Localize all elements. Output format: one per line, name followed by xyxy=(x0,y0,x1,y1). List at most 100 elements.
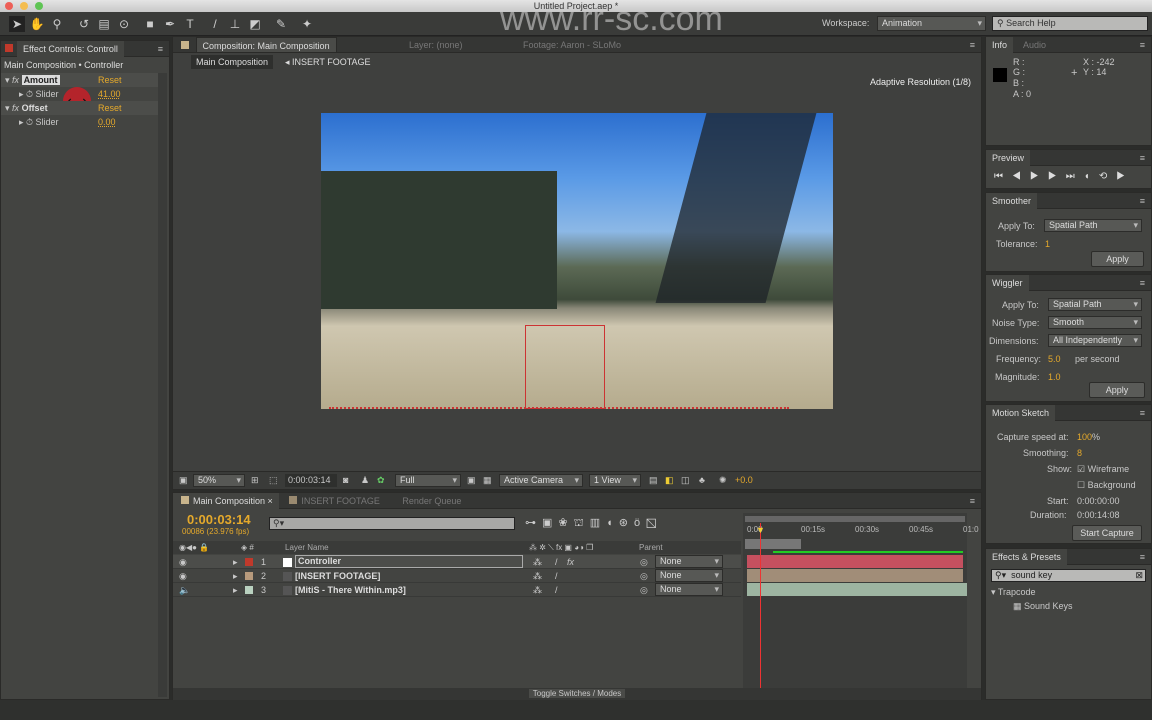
ram-preview-icon[interactable]: ▶ xyxy=(1116,171,1134,182)
tab-effect-controls[interactable]: Effect Controls: Controll xyxy=(17,41,124,57)
label-color[interactable] xyxy=(245,586,253,594)
layer-row[interactable]: ◉ ▸ 2 [INSERT FOOTAGE] ⁂ / ◎ None xyxy=(173,569,741,583)
view-layout-dropdown[interactable]: 1 View xyxy=(589,474,641,487)
brush-tool-icon[interactable]: / xyxy=(207,16,223,32)
pickwhip-icon[interactable]: ◎ xyxy=(640,583,648,597)
panel-menu-icon[interactable]: ≡ xyxy=(970,37,975,53)
first-frame-icon[interactable]: ⏮ xyxy=(994,171,1012,182)
preview-controls[interactable]: ⏮◀▶▶⏭◖⟲▶ xyxy=(994,171,1134,182)
scrollbar[interactable] xyxy=(158,73,167,697)
expand-icon[interactable]: ▸ xyxy=(233,583,238,597)
wireframe-checkbox[interactable]: ☑ xyxy=(1077,464,1088,474)
tab-footage[interactable]: Footage: Aaron - SLoMo xyxy=(523,37,621,53)
play-icon[interactable]: ▶ xyxy=(1030,171,1048,182)
panel-menu-icon[interactable]: ≡ xyxy=(158,41,163,57)
transparency-grid-icon[interactable]: ▦ xyxy=(483,475,492,486)
type-tool-icon[interactable]: T xyxy=(182,16,198,32)
time-graph[interactable]: 0:00 00:15s 00:30s 00:45s 01:0 ▼ xyxy=(743,513,979,699)
tab-composition[interactable]: Composition: Main Composition xyxy=(195,37,337,53)
parent-dropdown[interactable]: None xyxy=(655,569,723,582)
trapcode-group[interactable]: Trapcode xyxy=(998,587,1036,597)
effects-search-input[interactable]: ⚲▾ sound key ⊠ xyxy=(991,569,1146,582)
region-of-interest-icon[interactable]: ▣ xyxy=(467,475,476,486)
rotate-tool-icon[interactable]: ↺ xyxy=(76,16,92,32)
breadcrumb-insert-footage[interactable]: INSERT FOOTAGE xyxy=(292,57,371,67)
smoother-apply-button[interactable]: Apply xyxy=(1091,251,1144,267)
magnification-dropdown[interactable]: 50% xyxy=(193,474,245,487)
hand-tool-icon[interactable]: ✋ xyxy=(29,16,45,32)
reset-link[interactable]: Reset xyxy=(98,101,122,115)
label-color[interactable] xyxy=(245,572,253,580)
puppet-tool-icon[interactable]: ✦ xyxy=(299,16,315,32)
background-checkbox[interactable]: ☐ xyxy=(1077,480,1088,490)
layer-name-header[interactable]: Layer Name xyxy=(285,541,329,554)
minimize-window-button[interactable] xyxy=(20,2,28,10)
shy-switch-icon[interactable]: ⁂ xyxy=(533,583,542,597)
audio-icon[interactable]: ◖ xyxy=(1084,171,1099,182)
toggle-switches-modes-button[interactable]: Toggle Switches / Modes xyxy=(528,689,626,698)
composition-viewer-frame[interactable] xyxy=(321,113,833,409)
resolution-dropdown[interactable]: Full xyxy=(395,474,461,487)
panel-menu-icon[interactable]: ≡ xyxy=(970,493,975,509)
slider-value[interactable]: 41.00 xyxy=(98,87,121,101)
workspace-dropdown[interactable]: Animation xyxy=(877,16,986,31)
smoother-apply-to-dropdown[interactable]: Spatial Path xyxy=(1044,219,1142,232)
mask-visibility-icon[interactable]: ⬚ xyxy=(269,475,278,486)
noise-type-dropdown[interactable]: Smooth xyxy=(1048,316,1142,329)
layer-search-input[interactable]: ⚲▾ xyxy=(269,517,515,530)
tolerance-value[interactable]: 1 xyxy=(1045,239,1050,249)
toggle-pixel-icon[interactable]: ▤ xyxy=(649,475,658,486)
parent-dropdown[interactable]: None xyxy=(655,555,723,568)
always-preview-icon[interactable]: ▣ xyxy=(179,475,188,486)
video-toggle-icon[interactable]: ◉ xyxy=(179,569,187,583)
grid-icon[interactable]: ⊞ xyxy=(251,475,259,486)
shy-switch-icon[interactable]: ⁂ xyxy=(533,555,542,569)
tab-effects-presets[interactable]: Effects & Presets xyxy=(986,549,1067,565)
playhead-icon[interactable]: ▼ xyxy=(756,525,765,535)
sound-keys-item[interactable]: Sound Keys xyxy=(1024,601,1073,611)
effect-offset[interactable]: ▾ fx Offset Reset xyxy=(1,101,159,115)
tab-wiggler[interactable]: Wiggler xyxy=(986,275,1029,291)
current-time-indicator[interactable] xyxy=(760,523,761,699)
quality-switch-icon[interactable]: / xyxy=(555,569,558,583)
tab-main-composition[interactable]: Main Composition × xyxy=(173,493,279,509)
layer-bar-audio[interactable] xyxy=(747,583,967,596)
dimensions-dropdown[interactable]: All Independently xyxy=(1048,334,1142,347)
zoom-tool-icon[interactable]: ⚲ xyxy=(49,16,65,32)
pen-tool-icon[interactable]: ✒ xyxy=(162,16,178,32)
layer-row[interactable]: 🔈 ▸ 3 [MitiS - There Within.mp3] ⁂ / ◎ N… xyxy=(173,583,741,597)
tab-preview[interactable]: Preview xyxy=(986,150,1031,166)
wiggler-apply-button[interactable]: Apply xyxy=(1089,382,1145,398)
timeline-timecode[interactable]: 0:00:03:14 xyxy=(187,512,251,527)
slider-value[interactable]: 0.00 xyxy=(98,115,116,129)
loop-icon[interactable]: ⟲ xyxy=(1099,171,1116,182)
timeline-switches-icons[interactable]: ⊶▣❀⛫▥◖⊛ö⧅ xyxy=(525,516,735,532)
magnitude-value[interactable]: 1.0 xyxy=(1048,372,1061,382)
next-frame-icon[interactable]: ▶ xyxy=(1048,171,1066,182)
panel-menu-icon[interactable]: ≡ xyxy=(1140,37,1145,53)
selection-tool-icon[interactable]: ➤ xyxy=(9,16,25,32)
audio-toggle-icon[interactable]: 🔈 xyxy=(179,583,190,597)
frequency-value[interactable]: 5.0 xyxy=(1048,354,1061,364)
layer-row[interactable]: ◉ ▸ 1 Controller ⁂ / fx ◎ None xyxy=(173,555,741,569)
last-frame-icon[interactable]: ⏭ xyxy=(1066,171,1084,182)
close-window-button[interactable] xyxy=(5,2,13,10)
expand-icon[interactable]: ▸ xyxy=(233,555,238,569)
effect-amount[interactable]: ▾ fx Amount Reset xyxy=(1,73,159,87)
tab-layer[interactable]: Layer: (none) xyxy=(409,37,463,53)
channel-icon[interactable]: ✿ xyxy=(377,475,385,486)
flowchart-icon[interactable]: ♣ xyxy=(699,475,705,485)
exposure-icon[interactable]: ✺ xyxy=(719,475,727,486)
layer-bar-footage[interactable] xyxy=(747,569,963,582)
layer-name[interactable]: [MitiS - There Within.mp3] xyxy=(295,583,406,597)
camera-dropdown[interactable]: Active Camera xyxy=(499,474,583,487)
parent-dropdown[interactable]: None xyxy=(655,583,723,596)
clear-search-icon[interactable]: ⊠ xyxy=(1135,570,1143,581)
label-color[interactable] xyxy=(245,558,253,566)
roto-brush-tool-icon[interactable]: ✎ xyxy=(273,16,289,32)
tab-smoother[interactable]: Smoother xyxy=(986,193,1038,209)
layer-bar-controller[interactable] xyxy=(747,555,963,568)
expand-icon[interactable]: ▸ xyxy=(233,569,238,583)
timeline-icon[interactable]: ◫ xyxy=(681,475,690,486)
tab-render-queue[interactable]: Render Queue xyxy=(402,496,461,506)
